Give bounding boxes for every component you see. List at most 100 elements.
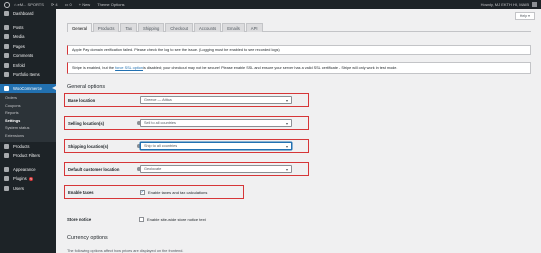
comments-link[interactable]: ▭ 0: [65, 2, 72, 7]
enable-taxes-label: Enable taxes: [68, 189, 94, 195]
filter-icon: [4, 153, 9, 159]
enable-taxes-option[interactable]: ✓ Enable taxes and tax calculations: [140, 189, 208, 195]
chevron-down-icon: [286, 99, 288, 102]
store-notice-option[interactable]: Enable site-wide store notice text: [139, 216, 206, 222]
media-icon: [4, 34, 9, 40]
sidebar-item-label: Portfolio Items: [13, 72, 40, 78]
howdy-text: Howdy, MJ EKTH HI, MAIB: [480, 2, 529, 7]
enable-taxes-checkbox-label: Enable taxes and tax calculations: [148, 189, 208, 195]
default-customer-location-select[interactable]: Geolocate: [140, 165, 292, 173]
selling-locations-row: Selling location(s) Sell to all countrie…: [64, 116, 309, 130]
default-customer-location-row: Default customer location Geolocate: [64, 162, 309, 176]
admin-bar: ⌂ eM... SPORTS ⟳ 4 ▭ 0 + New Theme Optio…: [0, 0, 541, 9]
sidebar-item-label: Products: [13, 143, 30, 149]
selling-locations-label: Selling location(s): [65, 121, 141, 126]
force-ssl-link[interactable]: force SSL option: [115, 66, 143, 70]
enable-taxes-checkbox[interactable]: ✓: [140, 189, 145, 195]
shipping-locations-label: Shipping location(s): [65, 144, 141, 149]
sidebar-item-comments[interactable]: Comments: [0, 51, 56, 61]
sidebar-item-label: Product Filters: [13, 153, 40, 159]
sidebar-item-posts[interactable]: Posts: [0, 23, 56, 33]
stripe-ssl-notice: Stripe is enabled, but the force SSL opt…: [67, 62, 531, 74]
users-icon: [4, 185, 9, 191]
sidebar-item-enfold[interactable]: Enfold: [0, 61, 56, 71]
shipping-locations-row: Shipping location(s) Ship to all countri…: [64, 139, 309, 153]
sidebar-item-plugins[interactable]: Plugins 5: [0, 174, 56, 184]
stripe-notice-text-pre: Stripe is enabled, but the: [72, 66, 115, 70]
sidebar-item-label: Dashboard: [13, 11, 34, 17]
sidebar-item-label: Pages: [13, 43, 25, 49]
products-icon: [4, 143, 9, 149]
enfold-icon: [4, 62, 9, 68]
sidebar-item-products[interactable]: Products: [0, 142, 56, 152]
enable-taxes-row: Enable taxes ✓ Enable taxes and tax calc…: [64, 185, 244, 199]
settings-tabs: General Products Tax Shipping Checkout A…: [67, 23, 531, 32]
sidebar-item-appearance[interactable]: Appearance: [0, 165, 56, 175]
sidebar-item-product-filters[interactable]: Product Filters: [0, 151, 56, 161]
updates-count: 4: [55, 2, 58, 7]
sidebar-item-portfolio[interactable]: Portfolio Items: [0, 70, 56, 80]
woocommerce-icon: [4, 85, 9, 91]
sidebar-item-label: Users: [13, 185, 24, 191]
store-notice-checkbox[interactable]: [139, 216, 144, 222]
woocommerce-submenu: Orders Coupons Reports Settings System s…: [0, 93, 56, 142]
selling-locations-select[interactable]: Sell to all countries: [140, 119, 292, 127]
sidebar-item-label: Posts: [13, 24, 24, 30]
account-menu[interactable]: Howdy, MJ EKTH HI, MAIB: [481, 2, 537, 7]
help-button[interactable]: Help ▾: [514, 12, 535, 20]
tab-api[interactable]: API: [245, 23, 263, 32]
avatar: [532, 2, 537, 7]
currency-options-heading: Currency options: [67, 235, 108, 241]
store-notice-label: Store notice: [67, 216, 92, 222]
submenu-reports[interactable]: Reports: [0, 109, 56, 117]
sidebar-item-label: Appearance: [13, 166, 36, 172]
updates-link[interactable]: ⟳ 4: [51, 2, 58, 7]
sidebar-item-label: Enfold: [13, 62, 25, 68]
new-content-link[interactable]: + New: [79, 2, 90, 7]
sidebar-item-pages[interactable]: Pages: [0, 42, 56, 52]
page-icon: [4, 43, 9, 49]
tab-products[interactable]: Products: [92, 23, 120, 32]
comment-icon: [4, 53, 9, 59]
default-customer-location-label: Default customer location: [65, 167, 141, 172]
home-icon[interactable]: ⌂ eM... SPORTS: [14, 2, 44, 7]
comments-count: 0: [69, 2, 72, 7]
submenu-settings[interactable]: Settings: [0, 117, 56, 125]
stripe-notice-text-post: is disabled; your checkout may not be se…: [143, 66, 398, 70]
sidebar-item-label: Plugins: [13, 176, 27, 182]
tab-shipping[interactable]: Shipping: [137, 23, 165, 32]
base-location-label: Base location: [68, 97, 96, 103]
plugins-update-badge: 5: [28, 176, 34, 181]
wordpress-logo-icon[interactable]: [4, 1, 10, 8]
tab-emails[interactable]: Emails: [222, 23, 245, 32]
general-options-heading: General options: [67, 84, 106, 90]
sidebar-item-media[interactable]: Media: [0, 32, 56, 42]
sidebar-item-dashboard[interactable]: Dashboard: [0, 9, 56, 19]
shipping-locations-select[interactable]: Ship to all countries: [140, 142, 292, 150]
submenu-coupons[interactable]: Coupons: [0, 102, 56, 110]
tab-general[interactable]: General: [67, 23, 92, 32]
base-location-row: Base location Greece — Attica: [64, 93, 309, 107]
chevron-down-icon: [286, 168, 288, 171]
sidebar-item-label: Media: [13, 34, 25, 40]
theme-options-link[interactable]: Theme Options: [97, 2, 124, 7]
store-notice-checkbox-label: Enable site-wide store notice text: [147, 216, 206, 222]
pin-icon: [4, 24, 9, 30]
tab-tax[interactable]: Tax: [120, 23, 137, 32]
submenu-orders[interactable]: Orders: [0, 94, 56, 102]
sidebar-item-users[interactable]: Users: [0, 184, 56, 194]
base-location-select[interactable]: Greece — Attica: [140, 96, 292, 104]
appearance-icon: [4, 166, 9, 172]
submenu-system-status[interactable]: System status: [0, 124, 56, 132]
sidebar-item-label: Comments: [13, 53, 34, 59]
tab-checkout[interactable]: Checkout: [165, 23, 193, 32]
apple-pay-notice-text: Apple Pay domain verification failed. Pl…: [72, 48, 280, 52]
dashboard-icon: [4, 11, 9, 17]
tab-accounts[interactable]: Accounts: [193, 23, 222, 32]
portfolio-icon: [4, 72, 9, 78]
admin-sidebar: Dashboard Posts Media Pages Comments Enf…: [0, 9, 56, 253]
store-notice-row: Store notice Enable site-wide store noti…: [64, 212, 309, 226]
site-name[interactable]: eM... SPORTS: [18, 2, 44, 7]
submenu-extensions[interactable]: Extensions: [0, 132, 56, 140]
sidebar-item-woocommerce[interactable]: WooCommerce: [0, 83, 56, 93]
